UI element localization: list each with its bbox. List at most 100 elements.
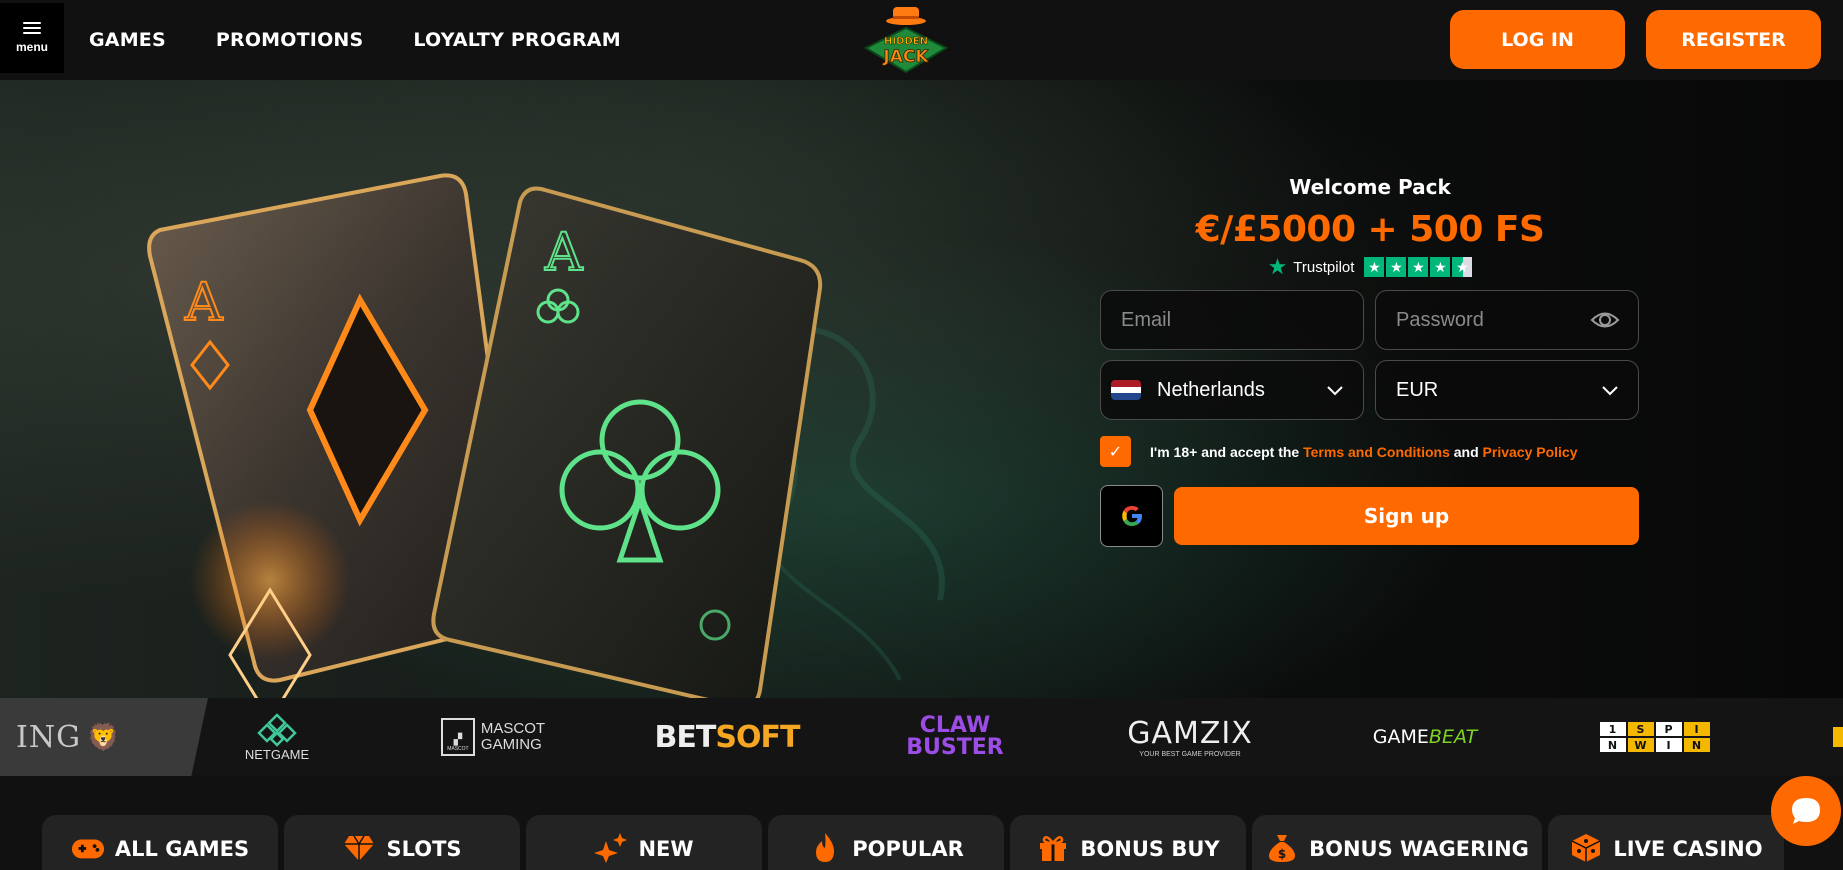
terms-agreement: ✓ I'm 18+ and accept the Terms and Condi… (1100, 436, 1640, 467)
ace-cards-illustration: A A (147, 173, 945, 698)
gamebeat-part1: GAME (1372, 726, 1429, 748)
betsoft-part2: SOFT (715, 719, 800, 755)
gamzix-subtitle: YOUR BEST GAME PROVIDER (1139, 751, 1241, 758)
sparkle-icon (594, 833, 628, 863)
tab-label: SLOTS (386, 837, 462, 861)
tab-bonus-wagering[interactable]: $ BONUS WAGERING (1252, 815, 1542, 870)
google-icon (1121, 506, 1142, 526)
provider-mascot-gaming[interactable]: ▞ MASCOT MASCOT GAMING (438, 698, 548, 776)
netherlands-flag-icon (1111, 380, 1141, 400)
main-nav: GAMES PROMOTIONS LOYALTY PROGRAM (89, 29, 671, 51)
tab-label: NEW (638, 837, 694, 861)
tab-popular[interactable]: POPULAR (768, 815, 1004, 870)
nav-loyalty-program[interactable]: LOYALTY PROGRAM (413, 29, 620, 51)
country-select[interactable]: Netherlands (1100, 360, 1364, 420)
rating-star-icon: ★ (1430, 257, 1451, 277)
age-terms-checkbox[interactable]: ✓ (1100, 436, 1131, 467)
hamburger-icon (23, 22, 41, 34)
svg-text:$: $ (1278, 847, 1286, 861)
svg-text:JACK: JACK (882, 47, 929, 67)
tab-all-games[interactable]: ALL GAMES (42, 815, 278, 870)
tab-new[interactable]: NEW (526, 815, 762, 870)
netgame-label: NETGAME (244, 746, 310, 762)
rating-half-star-icon: ★ (1452, 257, 1473, 277)
gamzix-label: GAMZIX (1127, 716, 1253, 751)
diamond-icon (342, 833, 376, 863)
svg-text:A: A (184, 273, 224, 333)
provider-claw-buster[interactable]: CLAW BUSTER (905, 698, 1005, 776)
mascot-line1: MASCOT (480, 720, 546, 737)
game-category-tabs: ALL GAMES SLOTS NEW POPULAR BONUS BUY $ … (42, 815, 1784, 870)
provider-partial (1830, 698, 1843, 776)
provider-gamzix[interactable]: GAMZIX YOUR BEST GAME PROVIDER (1127, 698, 1253, 776)
provider-1spinwin[interactable]: 1SPINWIN (1597, 698, 1712, 776)
email-placeholder: Email (1121, 308, 1172, 331)
tab-label: BONUS BUY (1080, 837, 1220, 861)
password-placeholder: Password (1396, 308, 1484, 331)
country-value: Netherlands (1157, 378, 1265, 401)
spinwin-tile: I (1683, 722, 1710, 736)
live-chat-button[interactable] (1771, 776, 1841, 846)
terms-link[interactable]: Terms and Conditions (1303, 444, 1450, 460)
tab-label: LIVE CASINO (1613, 837, 1763, 861)
menu-button[interactable]: menu (0, 3, 64, 73)
show-password-eye-icon[interactable] (1590, 309, 1620, 331)
dice-icon (1569, 833, 1603, 863)
provider-betsoft[interactable]: BET SOFT (655, 698, 801, 776)
welcome-promo: Welcome Pack €/£5000 + 500 FS ★ Trustpil… (1100, 175, 1640, 547)
tab-label: BONUS WAGERING (1309, 837, 1529, 861)
login-button[interactable]: LOG IN (1450, 10, 1625, 69)
spinwin-tile: N (1683, 738, 1710, 752)
provider-gamebeat[interactable]: GAME BEAT (1360, 698, 1490, 776)
money-bag-icon: $ (1265, 833, 1299, 863)
mascot-line2: GAMING (480, 736, 542, 753)
svg-text:HIDDEN: HIDDEN (884, 36, 928, 47)
email-field[interactable]: Email (1100, 290, 1364, 350)
ing-logo-text: ING (16, 719, 82, 755)
privacy-link[interactable]: Privacy Policy (1483, 444, 1578, 460)
promo-amount: €/£5000 + 500 FS (1195, 209, 1545, 250)
menu-label: menu (15, 40, 48, 54)
spinwin-tile: W (1627, 738, 1654, 752)
tab-slots[interactable]: SLOTS (284, 815, 520, 870)
lion-icon: 🦁 (87, 721, 120, 752)
trustpilot-rating[interactable]: ★ Trustpilot ★ ★ ★ ★ ★ (1100, 256, 1640, 278)
chevron-down-icon (1602, 386, 1618, 396)
chevron-down-icon (1327, 386, 1343, 396)
signup-form: Email Password Netherlands EUR ✓ I'm 18+… (1100, 290, 1640, 547)
providers-strip: ING 🦁 NETGAME ▞ MASCOT MASCOT GAMING BET… (0, 698, 1843, 776)
svg-text:A: A (544, 223, 584, 283)
spinwin-tile: N (1599, 738, 1626, 752)
spinwin-tile: I (1655, 738, 1682, 752)
tab-bonus-buy[interactable]: BONUS BUY (1010, 815, 1246, 870)
site-logo[interactable]: HIDDEN JACK (860, 4, 952, 76)
tab-live-casino[interactable]: LIVE CASINO (1548, 815, 1784, 870)
provider-ing[interactable]: ING 🦁 (0, 698, 208, 776)
betsoft-part1: BET (654, 719, 717, 755)
nav-games[interactable]: GAMES (89, 29, 166, 51)
claw-line1: CLAW (919, 713, 991, 738)
tab-label: ALL GAMES (114, 837, 250, 861)
google-signin-button[interactable] (1100, 485, 1163, 547)
password-field[interactable]: Password (1375, 290, 1639, 350)
spinwin-tile: S (1627, 722, 1654, 736)
register-button[interactable]: REGISTER (1646, 10, 1821, 69)
spinwin-tile: 1 (1599, 722, 1626, 736)
checkmark-icon: ✓ (1108, 443, 1123, 461)
tab-label: POPULAR (852, 837, 964, 861)
gamepad-icon (71, 833, 105, 863)
provider-netgame[interactable]: NETGAME (222, 698, 332, 776)
rating-star-icon: ★ (1408, 257, 1429, 277)
trustpilot-label: Trustpilot (1293, 258, 1355, 276)
agreement-text: I'm 18+ and accept the Terms and Conditi… (1150, 444, 1578, 460)
trustpilot-star-icon: ★ (1267, 254, 1288, 279)
signup-button[interactable]: Sign up (1174, 487, 1639, 545)
currency-select[interactable]: EUR (1375, 360, 1639, 420)
spinwin-logo: 1SPINWIN (1599, 722, 1710, 752)
spinwin-tile: P (1655, 722, 1682, 736)
promo-title: Welcome Pack (1289, 175, 1451, 199)
claw-line2: BUSTER (906, 735, 1004, 760)
agreement-prefix: I'm 18+ and accept the (1150, 443, 1304, 460)
gamebeat-part2: BEAT (1428, 726, 1478, 748)
nav-promotions[interactable]: PROMOTIONS (216, 29, 364, 51)
